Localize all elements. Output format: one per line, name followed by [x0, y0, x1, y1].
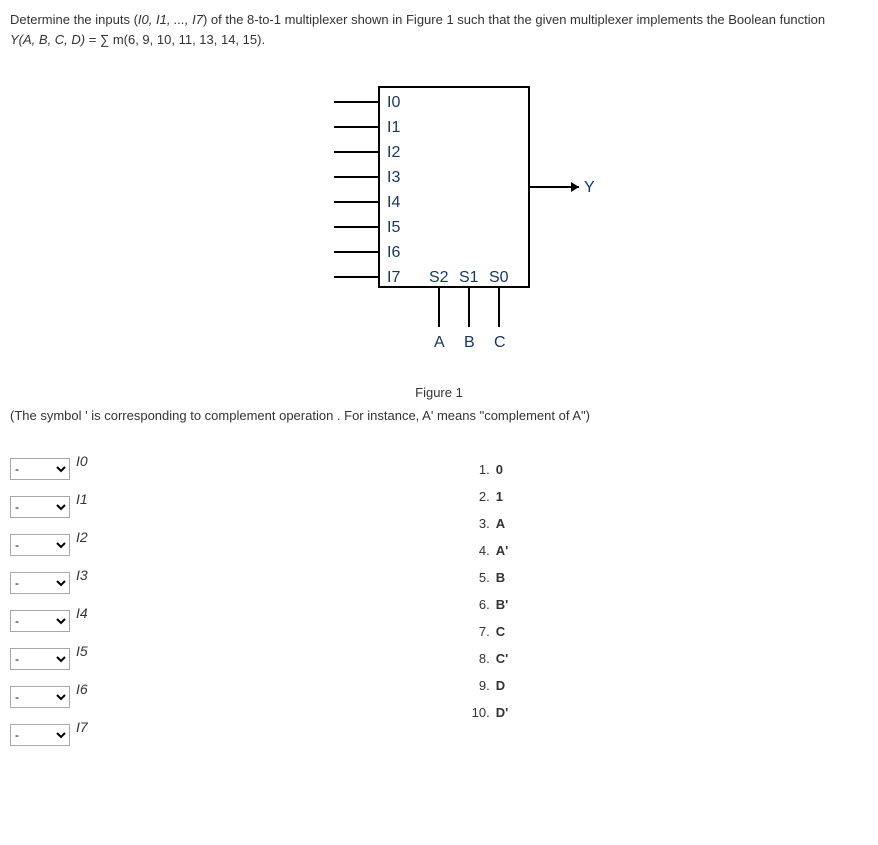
option-row-8: 8.C' [468, 651, 508, 666]
mux-output-label: Y [584, 179, 595, 196]
label-I3: I3 [76, 567, 88, 583]
select-I5[interactable]: - [10, 648, 70, 670]
mux-input-label-0: I0 [387, 94, 400, 111]
right-column: 1.0 2.1 3.A 4.A' 5.B 6.B' 7.C 8.C' 9.D 1… [468, 462, 508, 762]
left-column: - I0 - I1 - I2 - I3 - I4 - I5 - I6 - I7 [10, 458, 88, 762]
mux-bot-label-c: C [494, 334, 506, 351]
input-row-I2: - I2 [10, 534, 88, 556]
mux-select-s1: S1 [459, 269, 479, 286]
input-row-I1: - I1 [10, 496, 88, 518]
complement-note: (The symbol ' is corresponding to comple… [10, 408, 868, 423]
mux-select-s0: S0 [489, 269, 509, 286]
mux-input-label-4: I4 [387, 194, 400, 211]
equation-rhs: = ∑ m(6, 9, 10, 11, 13, 14, 15). [85, 32, 265, 47]
label-I7: I7 [76, 719, 88, 735]
option-row-9: 9.D [468, 678, 508, 693]
label-I2: I2 [76, 529, 88, 545]
label-I0: I0 [76, 453, 88, 469]
select-I4[interactable]: - [10, 610, 70, 632]
option-row-1: 1.0 [468, 462, 508, 477]
option-row-5: 5.B [468, 570, 508, 585]
equation-lhs: Y(A, B, C, D) [10, 32, 85, 47]
question-prefix: Determine the inputs ( [10, 12, 138, 27]
mux-diagram: I0 I1 I2 I3 I4 I5 I6 I7 S2 S1 S0 A B C Y [279, 77, 599, 377]
option-row-7: 7.C [468, 624, 508, 639]
label-I4: I4 [76, 605, 88, 621]
select-I2[interactable]: - [10, 534, 70, 556]
mux-input-label-1: I1 [387, 119, 400, 136]
mux-bot-label-a: A [434, 334, 445, 351]
question-mid: ) of the 8-to-1 multiplexer shown in Fig… [203, 12, 825, 27]
mux-input-label-7: I7 [387, 269, 400, 286]
input-row-I3: - I3 [10, 572, 88, 594]
select-I3[interactable]: - [10, 572, 70, 594]
match-area: - I0 - I1 - I2 - I3 - I4 - I5 - I6 - I7 [10, 458, 868, 762]
mux-input-label-6: I6 [387, 244, 400, 261]
figure-caption: Figure 1 [10, 385, 868, 400]
option-row-10: 10.D' [468, 705, 508, 720]
input-row-I7: - I7 [10, 724, 88, 746]
select-I7[interactable]: - [10, 724, 70, 746]
mux-select-s2: S2 [429, 269, 449, 286]
option-row-6: 6.B' [468, 597, 508, 612]
input-row-I5: - I5 [10, 648, 88, 670]
option-row-4: 4.A' [468, 543, 508, 558]
equation: Y(A, B, C, D) = ∑ m(6, 9, 10, 11, 13, 14… [10, 32, 868, 47]
question-text: Determine the inputs (I0, I1, ..., I7) o… [10, 10, 868, 30]
figure: I0 I1 I2 I3 I4 I5 I6 I7 S2 S1 S0 A B C Y [10, 77, 868, 380]
label-I1: I1 [76, 491, 88, 507]
label-I6: I6 [76, 681, 88, 697]
input-row-I0: - I0 [10, 458, 88, 480]
mux-bot-label-b: B [464, 334, 475, 351]
select-I1[interactable]: - [10, 496, 70, 518]
input-row-I6: - I6 [10, 686, 88, 708]
mux-input-label-5: I5 [387, 219, 400, 236]
mux-input-label-3: I3 [387, 169, 400, 186]
option-row-2: 2.1 [468, 489, 508, 504]
question-inputs: I0, I1, ..., I7 [138, 12, 203, 27]
label-I5: I5 [76, 643, 88, 659]
select-I0[interactable]: - [10, 458, 70, 480]
select-I6[interactable]: - [10, 686, 70, 708]
input-row-I4: - I4 [10, 610, 88, 632]
mux-input-label-2: I2 [387, 144, 400, 161]
option-row-3: 3.A [468, 516, 508, 531]
